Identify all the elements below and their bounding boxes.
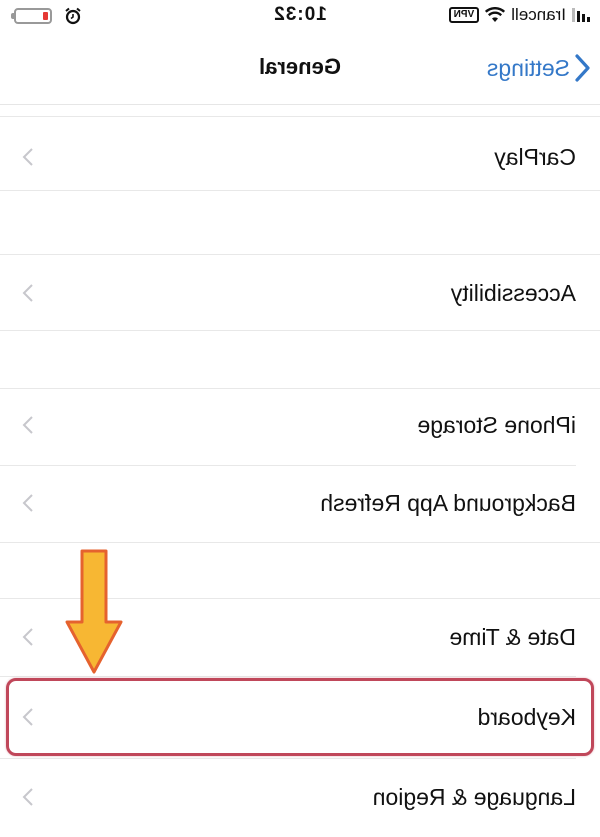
divider [0,330,600,331]
alarm-icon [65,7,81,25]
chevron-right-icon [22,788,33,806]
battery-level [43,12,48,20]
page-title: General [259,54,341,79]
chevron-right-icon [22,628,33,646]
row-label: iPhone Storage [417,411,576,438]
row-accessibility[interactable]: Accessibility [0,253,600,333]
chevron-right-icon [22,416,33,434]
divider [0,542,600,543]
chevron-right-icon [22,148,33,166]
arrow-down-icon [65,549,123,674]
navigation-bar: Settings General [0,32,600,105]
row-background-app-refresh[interactable]: Background App Refresh [0,463,600,543]
row-label: Accessibility [450,279,576,306]
status-time: 10:32 [273,4,327,25]
row-label: Language & Region [372,783,576,810]
battery-icon [11,8,52,24]
screen: Irancell VPN 10:32 Settings General CarP… [0,0,600,836]
divider [0,190,600,191]
row-label: CarPlay [494,143,576,170]
row-carplay[interactable]: CarPlay [0,117,600,197]
keyboard-highlight-box [6,678,594,756]
status-right [11,5,82,27]
chevron-right-icon [22,284,33,302]
row-label: Date & Time [449,623,576,650]
row-iphone-storage[interactable]: iPhone Storage [0,385,600,465]
row-label: Background App Refresh [320,489,576,516]
chevron-right-icon [22,494,33,512]
status-bar: Irancell VPN 10:32 [0,0,600,32]
row-language-region[interactable]: Language & Region [0,757,600,837]
